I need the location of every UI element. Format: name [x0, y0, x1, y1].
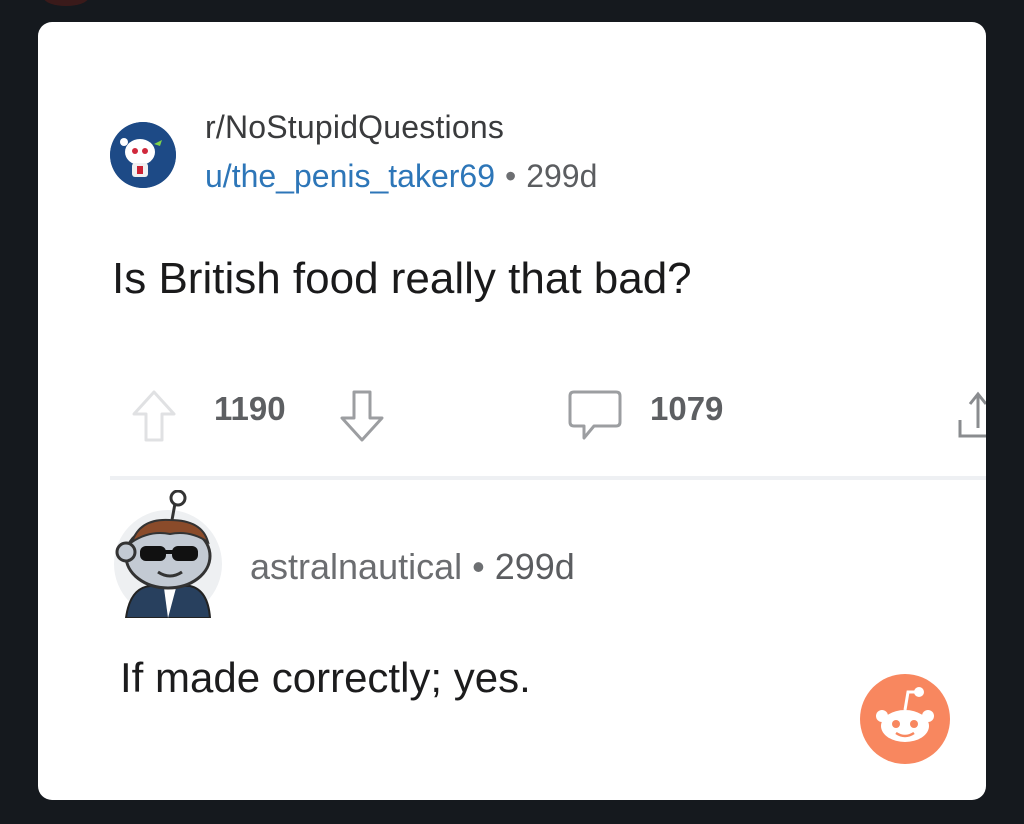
comment-meta: astralnautical • 299d: [250, 546, 575, 588]
reddit-post-card[interactable]: r/NoStupidQuestions u/the_penis_taker69 •…: [38, 22, 986, 800]
comment-author[interactable]: astralnautical: [250, 546, 462, 587]
post-meta: u/the_penis_taker69 • 299d: [205, 158, 597, 195]
screenshot-frame: r/NoStupidQuestions u/the_penis_taker69 •…: [0, 0, 1024, 824]
post-age: 299d: [526, 158, 598, 194]
comment-count: 1079: [650, 390, 724, 427]
meta-separator: •: [505, 158, 517, 194]
subreddit-name[interactable]: r/NoStupidQuestions: [205, 109, 504, 146]
commenter-avatar[interactable]: [110, 489, 230, 619]
post-divider: [110, 476, 986, 480]
post-title[interactable]: Is British food really that bad?: [112, 254, 692, 304]
cropped-avatar-fragment: [44, 0, 88, 6]
arrow-down-icon[interactable]: [338, 388, 386, 449]
comment-age: 299d: [494, 546, 575, 587]
share-icon[interactable]: [956, 384, 986, 449]
comment-meta-separator: •: [472, 546, 485, 587]
upvote-count: 1190: [214, 390, 286, 427]
comment-body: If made correctly; yes.: [120, 654, 531, 701]
arrow-up-icon[interactable]: [130, 388, 178, 449]
reddit-logo-icon: [860, 674, 950, 764]
snoo-sunglasses-avatar: [114, 489, 222, 619]
post-author-link[interactable]: u/the_penis_taker69: [205, 158, 495, 194]
speech-bubble-icon[interactable]: [566, 388, 624, 449]
subreddit-avatar-image: [110, 122, 176, 188]
subreddit-avatar[interactable]: [110, 122, 176, 188]
